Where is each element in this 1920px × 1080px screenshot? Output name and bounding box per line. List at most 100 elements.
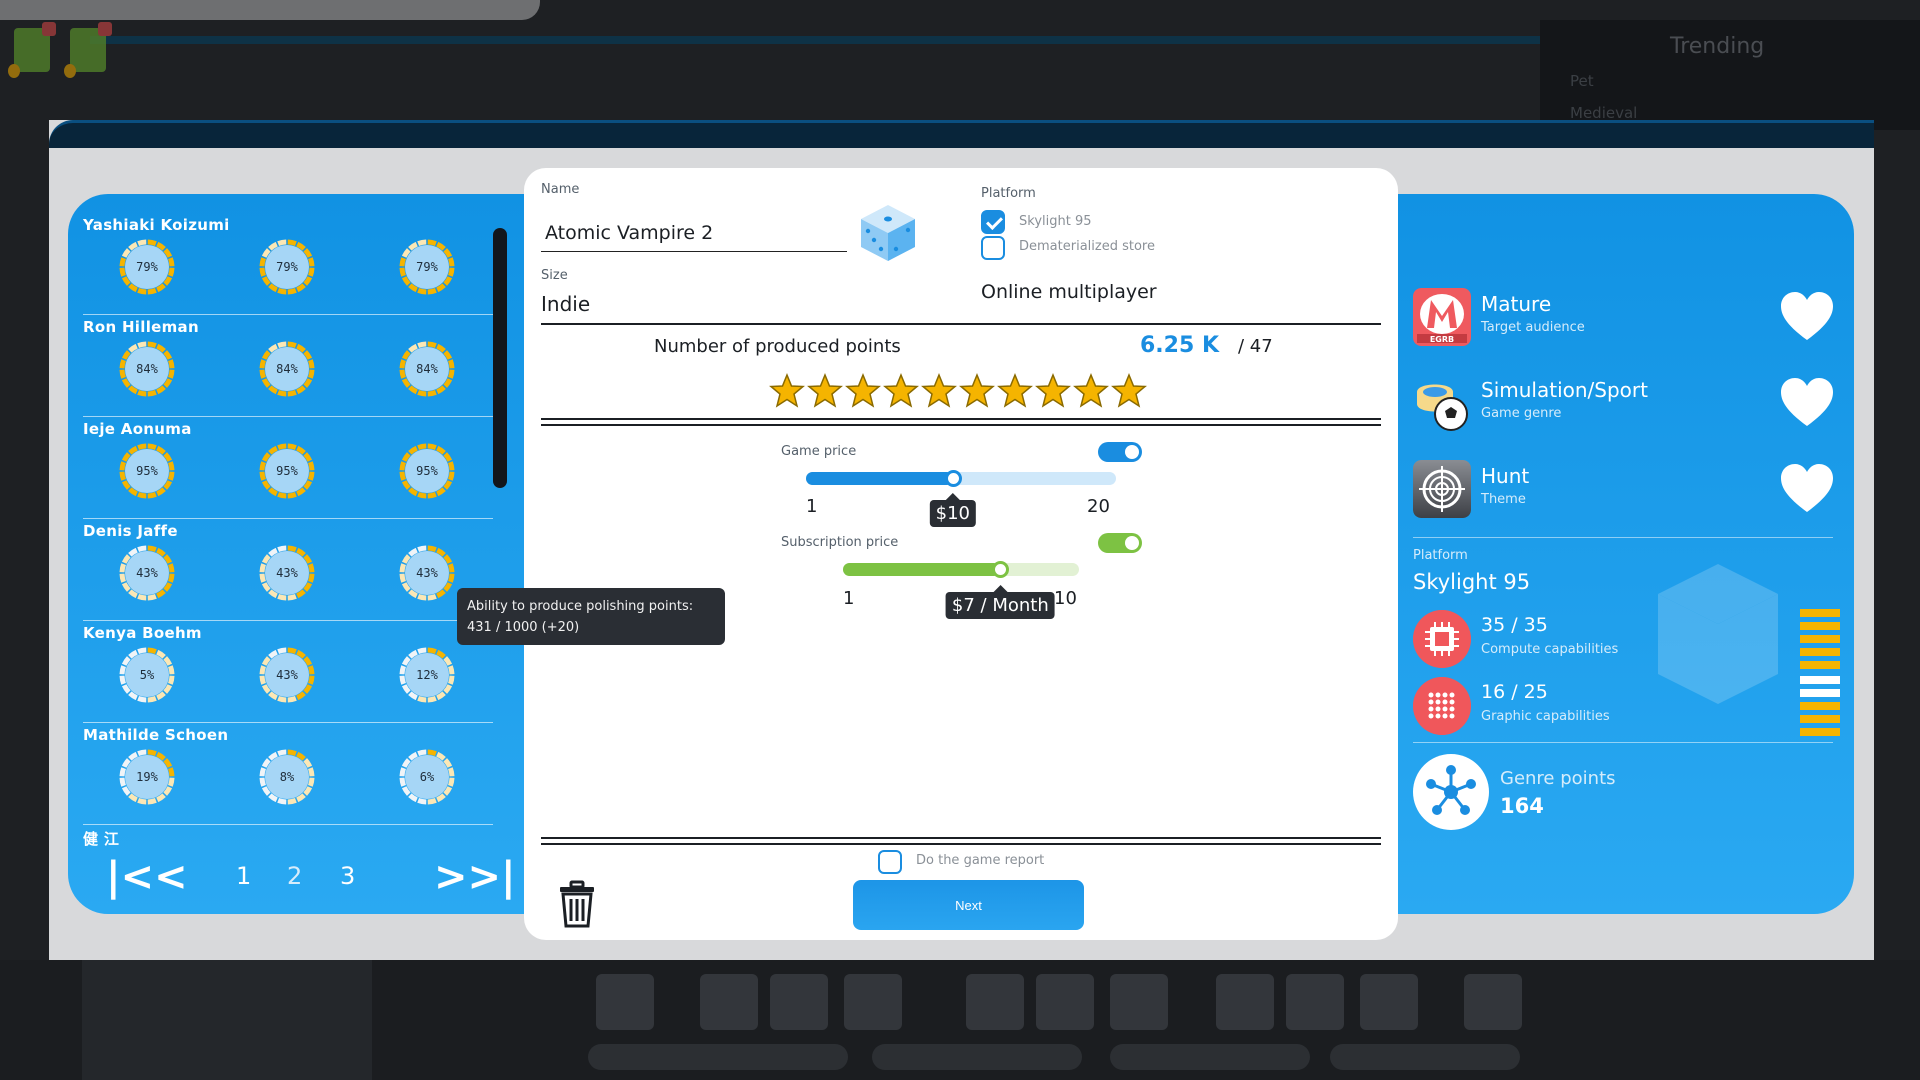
- toolbar-button[interactable]: [1216, 974, 1274, 1030]
- coding-skill-gauge[interactable]: 95%: [118, 442, 176, 500]
- genre-points-label: Genre points: [1500, 768, 1616, 789]
- developer-row[interactable]: Yashiaki Koizumi 79% 79% 79%: [83, 216, 493, 315]
- modal-header-strip: [49, 120, 1874, 148]
- last-page-button[interactable]: >>|: [434, 854, 516, 900]
- graphic-bars: [1800, 676, 1840, 741]
- polish-skill-gauge[interactable]: 43%: [398, 544, 456, 602]
- coding-skill-gauge[interactable]: 5%: [118, 646, 176, 704]
- divider: [1413, 537, 1833, 538]
- toolbar-button[interactable]: [1464, 974, 1522, 1030]
- target-audience-value: Mature: [1481, 292, 1552, 316]
- design-skill-gauge[interactable]: 84%: [258, 340, 316, 398]
- polish-skill-gauge[interactable]: 84%: [398, 340, 456, 398]
- toolbar-button[interactable]: [1110, 974, 1168, 1030]
- skill-percent: 43%: [416, 566, 438, 580]
- game-price-slider[interactable]: [806, 470, 1116, 487]
- design-skill-gauge[interactable]: 43%: [258, 646, 316, 704]
- platform-info-label: Platform: [1413, 548, 1468, 563]
- first-page-button[interactable]: |<<: [106, 854, 188, 900]
- developer-scrollbar[interactable]: [493, 228, 507, 488]
- platform-option-label: Dematerialized store: [1019, 239, 1155, 254]
- toolbar-button[interactable]: [966, 974, 1024, 1030]
- next-button[interactable]: Next: [853, 880, 1084, 930]
- developer-row[interactable]: Ieje Aonuma 95% 95% 95%: [83, 420, 493, 519]
- skill-percent: 43%: [276, 668, 298, 682]
- polish-skill-gauge[interactable]: 6%: [398, 748, 456, 806]
- developer-row[interactable]: 健 江: [83, 828, 493, 849]
- subscription-toggle[interactable]: [1098, 533, 1142, 553]
- toolbar-button[interactable]: [1036, 974, 1094, 1030]
- polish-skill-gauge[interactable]: 12%: [398, 646, 456, 704]
- divider: [83, 314, 493, 315]
- heart-icon[interactable]: [1781, 464, 1833, 514]
- coding-skill-gauge[interactable]: 79%: [118, 238, 176, 296]
- tooltip-line: 431 / 1000 (+20): [467, 620, 580, 635]
- egrb-rating-icon: EGRB: [1413, 288, 1471, 346]
- subscription-price-handle[interactable]: [992, 561, 1010, 578]
- platform-checkbox-dematerialized[interactable]: [981, 236, 1005, 260]
- design-skill-gauge[interactable]: 8%: [258, 748, 316, 806]
- developer-panel: Yashiaki Koizumi 79% 79% 79% Ron Hilleman 84%…: [68, 194, 538, 914]
- size-value[interactable]: Indie: [541, 292, 590, 316]
- skill-percent: 84%: [416, 362, 438, 376]
- coding-skill-gauge[interactable]: 43%: [118, 544, 176, 602]
- coding-skill-gauge[interactable]: 84%: [118, 340, 176, 398]
- capability-bar-segment: [1800, 676, 1840, 684]
- divider: [83, 518, 493, 519]
- platform-checkbox-skylight[interactable]: [981, 210, 1005, 234]
- toolbar-button[interactable]: [596, 974, 654, 1030]
- compute-label: Compute capabilities: [1481, 642, 1619, 657]
- toolbar-button[interactable]: [1286, 974, 1344, 1030]
- developer-name: Yashiaki Koizumi: [83, 216, 230, 234]
- toolbar-button[interactable]: [770, 974, 828, 1030]
- design-skill-gauge[interactable]: 43%: [258, 544, 316, 602]
- online-multiplayer-option[interactable]: Online multiplayer: [981, 281, 1157, 303]
- subscription-price-value: $7 / Month: [945, 585, 1055, 619]
- game-name-input[interactable]: Atomic Vampire 2: [541, 216, 847, 252]
- toolbar-button[interactable]: [700, 974, 758, 1030]
- subscription-price-max: 10: [1054, 588, 1077, 609]
- background-desk-tile: [8, 22, 56, 78]
- game-price-handle[interactable]: [944, 470, 962, 487]
- developer-row[interactable]: Kenya Boehm 5% 43% 12%: [83, 624, 493, 723]
- coding-skill-gauge[interactable]: 19%: [118, 748, 176, 806]
- heart-icon[interactable]: [1781, 378, 1833, 428]
- developer-name: Kenya Boehm: [83, 624, 202, 642]
- skill-percent: 84%: [136, 362, 158, 376]
- trash-icon[interactable]: [559, 880, 595, 928]
- game-genre-label: Game genre: [1481, 406, 1562, 421]
- divider: [541, 837, 1381, 839]
- page-2[interactable]: 2: [287, 862, 302, 890]
- developer-row[interactable]: Denis Jaffe 43% 43% 43%: [83, 522, 493, 621]
- subscription-price-slider[interactable]: [843, 561, 1079, 578]
- genre-points-icon: [1413, 754, 1489, 830]
- theme-row[interactable]: Hunt Theme: [1413, 460, 1833, 520]
- crosshair-icon: [1413, 460, 1471, 518]
- trending-item: Pet: [1570, 72, 1594, 90]
- page-3[interactable]: 3: [340, 862, 355, 890]
- divider: [541, 843, 1381, 845]
- design-skill-gauge[interactable]: 95%: [258, 442, 316, 500]
- target-audience-row[interactable]: EGRB Mature Target audience: [1413, 288, 1833, 348]
- toolbar-button[interactable]: [1360, 974, 1418, 1030]
- skill-percent: 12%: [416, 668, 438, 682]
- page-1[interactable]: 1: [236, 862, 251, 890]
- developer-row[interactable]: Ron Hilleman 84% 84% 84%: [83, 318, 493, 417]
- target-audience-label: Target audience: [1481, 320, 1585, 335]
- platform-info-name: Skylight 95: [1413, 570, 1531, 594]
- heart-icon[interactable]: [1781, 292, 1833, 342]
- random-name-dice-icon[interactable]: [859, 203, 917, 263]
- produced-points-value: 6.25 K: [1140, 333, 1219, 358]
- game-genre-row[interactable]: Simulation/Sport Game genre: [1413, 374, 1833, 434]
- polish-skill-gauge[interactable]: 95%: [398, 442, 456, 500]
- developer-name: Denis Jaffe: [83, 522, 178, 540]
- toolbar-button[interactable]: [844, 974, 902, 1030]
- developer-row[interactable]: Mathilde Schoen 19% 8% 6%: [83, 726, 493, 825]
- divider: [541, 323, 1381, 325]
- game-price-toggle[interactable]: [1098, 442, 1142, 462]
- star-icon: [845, 373, 881, 408]
- game-report-checkbox[interactable]: [878, 850, 902, 874]
- polish-skill-gauge[interactable]: 79%: [398, 238, 456, 296]
- design-skill-gauge[interactable]: 79%: [258, 238, 316, 296]
- star-icon: [769, 373, 805, 408]
